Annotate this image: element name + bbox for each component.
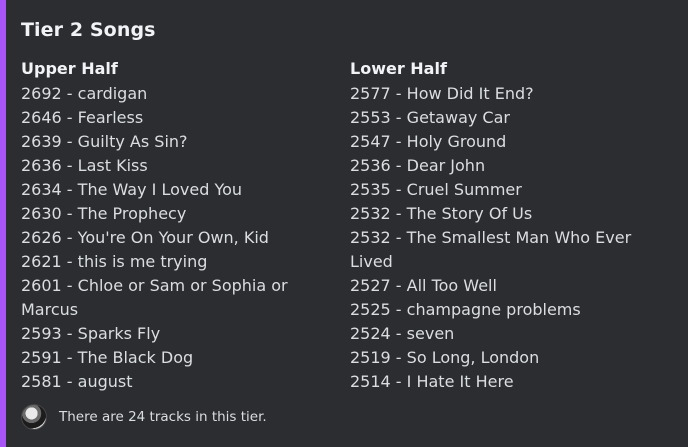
list-item: 2692 - cardigan	[21, 84, 148, 103]
list-item: 2636 - Last Kiss	[21, 156, 148, 175]
list-item: 2621 - this is me trying	[21, 252, 208, 271]
list-item: 2547 - Holy Ground	[350, 132, 507, 151]
embed-card: Tier 2 Songs Upper Half 2692 - cardigan …	[0, 0, 688, 447]
list-item: 2532 - The Smallest Man Who Ever Lived	[350, 228, 632, 271]
lower-half-header: Lower Half	[350, 59, 447, 78]
list-item: 2646 - Fearless	[21, 108, 144, 127]
list-item: 2527 - All Too Well	[350, 276, 497, 295]
list-item: 2593 - Sparks Fly	[21, 324, 161, 343]
upper-half-header: Upper Half	[21, 59, 118, 78]
list-item: 2639 - Guilty As Sin?	[21, 132, 188, 151]
list-item: 2525 - champagne problems	[350, 300, 581, 319]
footer-text: There are 24 tracks in this tier.	[59, 409, 267, 425]
list-item: 2601 - Chloe or Sam or Sophia or Marcus	[21, 276, 288, 319]
avatar	[21, 404, 47, 430]
list-item: 2630 - The Prophecy	[21, 204, 187, 223]
list-item: 2536 - Dear John	[350, 156, 486, 175]
list-item: 2577 - How Did It End?	[350, 84, 534, 103]
upper-half-column: Upper Half 2692 - cardigan 2646 - Fearle…	[21, 58, 321, 394]
lower-half-column: Lower Half 2577 - How Did It End? 2553 -…	[350, 58, 650, 394]
list-item: 2519 - So Long, London	[350, 348, 540, 367]
embed-accent-bar	[0, 0, 6, 447]
list-item: 2535 - Cruel Summer	[350, 180, 522, 199]
list-item: 2532 - The Story Of Us	[350, 204, 533, 223]
list-item: 2524 - seven	[350, 324, 455, 343]
embed-title: Tier 2 Songs	[21, 19, 156, 41]
list-item: 2634 - The Way I Loved You	[21, 180, 243, 199]
list-item: 2591 - The Black Dog	[21, 348, 194, 367]
list-item: 2626 - You're On Your Own, Kid	[21, 228, 269, 247]
list-item: 2514 - I Hate It Here	[350, 372, 514, 391]
embed-footer: There are 24 tracks in this tier.	[21, 404, 267, 430]
list-item: 2553 - Getaway Car	[350, 108, 510, 127]
list-item: 2581 - august	[21, 372, 133, 391]
